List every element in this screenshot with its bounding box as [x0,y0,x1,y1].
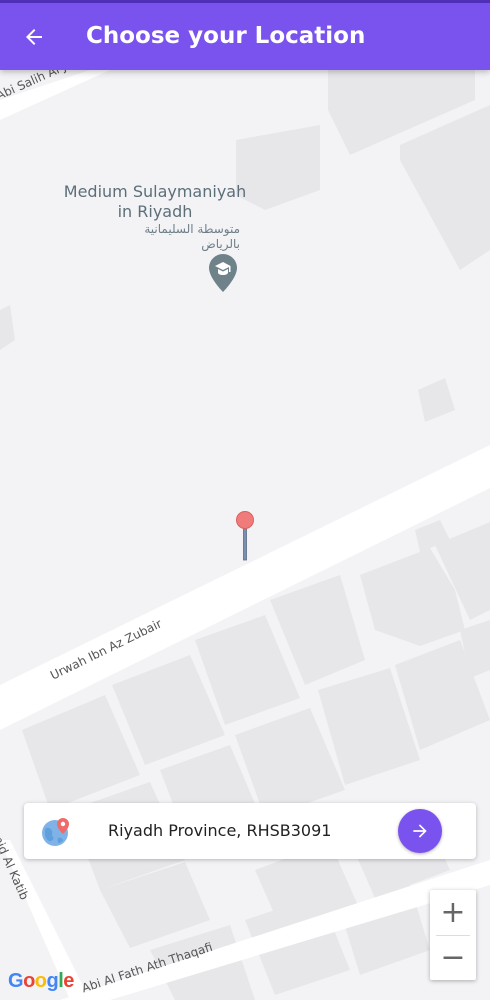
poi-name-arabic: متوسطة السليمانية بالرياض [60,222,240,252]
poi-name-arabic-line1: متوسطة السليمانية [144,222,240,236]
zoom-out-button[interactable]: − [430,935,476,980]
confirm-location-button[interactable] [398,809,442,853]
google-logo-letter: G [8,970,24,992]
page-title: Choose your Location [86,23,366,49]
google-logo-letter: o [23,970,35,992]
google-logo: Google [8,970,74,993]
google-logo-letter: g [46,970,59,992]
google-logo-letter: e [63,970,74,992]
poi-name[interactable]: Medium Sulaymaniyah in Riyadh [60,182,250,222]
globe-location-icon [42,818,69,846]
address-card[interactable]: Riyadh Province, RHSB3091 [24,803,476,859]
location-pin-icon[interactable] [235,510,255,562]
zoom-in-button[interactable]: + [430,890,476,935]
school-pin-icon[interactable] [209,254,237,292]
google-logo-letter: o [34,970,47,992]
arrow-back-icon [26,29,42,45]
app-bar: Choose your Location [0,0,490,70]
map-view[interactable]: Medium Sulaymaniyah in Riyadh متوسطة الس… [0,70,490,1000]
zoom-divider [436,935,470,936]
poi-name-arabic-line2: بالرياض [201,237,240,251]
address-text: Riyadh Province, RHSB3091 [108,821,332,840]
zoom-controls: + − [430,890,476,980]
back-button[interactable] [18,21,50,53]
arrow-forward-icon [413,824,427,838]
